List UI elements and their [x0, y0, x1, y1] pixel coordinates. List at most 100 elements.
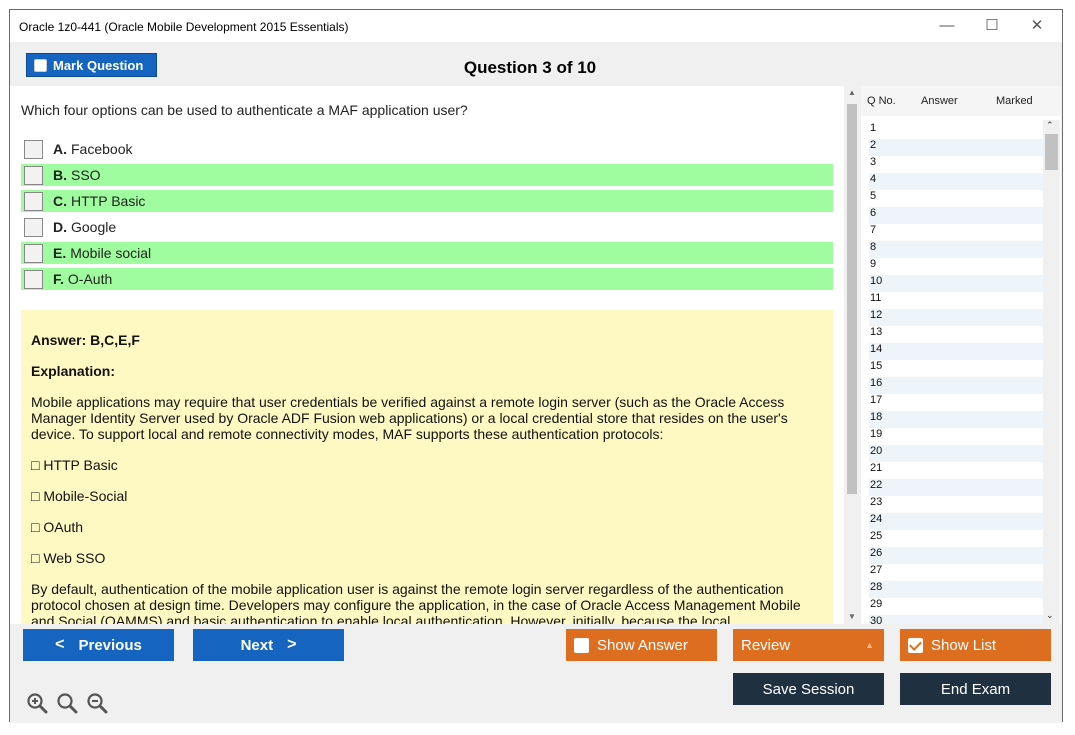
question-number: 14	[870, 343, 883, 355]
explanation-bullet: □ Web SSO	[31, 550, 106, 566]
option-letter: B.	[53, 167, 67, 183]
question-list-row[interactable]: 2	[869, 139, 1044, 156]
list-scroll-up-icon[interactable]: ⌃	[1046, 120, 1054, 131]
question-list-row[interactable]: 11	[869, 292, 1044, 309]
zoom-in-icon[interactable]	[26, 692, 48, 714]
checkbox-icon	[574, 637, 589, 653]
option-e[interactable]: E. Mobile social	[21, 242, 833, 264]
close-button[interactable]: ✕	[1022, 14, 1052, 38]
question-number: 24	[870, 513, 883, 525]
question-list-row[interactable]: 27	[869, 564, 1044, 581]
end-exam-button[interactable]: End Exam	[900, 673, 1051, 705]
question-list-row[interactable]: 15	[869, 360, 1044, 377]
question-list-scrollbar[interactable]: ⌃ ⌄	[1043, 120, 1060, 624]
question-text: Which four options can be used to authen…	[21, 102, 468, 118]
option-b[interactable]: B. SSO	[21, 164, 833, 186]
question-number: 2	[870, 139, 877, 151]
explanation-bullet: □ Mobile-Social	[31, 488, 128, 504]
option-a[interactable]: A. Facebook	[21, 138, 833, 160]
scroll-up-arrow-icon[interactable]: ▲	[844, 86, 860, 100]
save-session-button[interactable]: Save Session	[733, 673, 884, 705]
question-number: 1	[870, 122, 877, 134]
question-list-row[interactable]: 16	[869, 377, 1044, 394]
option-checkbox[interactable]	[24, 243, 43, 263]
option-d[interactable]: D. Google	[21, 216, 833, 238]
question-number: 15	[870, 360, 883, 372]
explanation-paragraph: Mobile applications may require that use…	[31, 394, 788, 442]
review-dropdown[interactable]: Review ▲	[733, 629, 884, 661]
question-number: 22	[870, 479, 883, 491]
option-letter: F.	[53, 271, 64, 287]
question-list-row[interactable]: 25	[869, 530, 1044, 547]
checked-checkbox-icon	[908, 637, 923, 653]
answer-line: Answer: B,C,E,F	[31, 332, 140, 348]
question-scrollbar[interactable]: ▲ ▼	[844, 86, 860, 624]
question-list-row[interactable]: 4	[869, 173, 1044, 190]
question-list-row[interactable]: 26	[869, 547, 1044, 564]
question-list-row[interactable]: 19	[869, 428, 1044, 445]
question-list-row[interactable]: 21	[869, 462, 1044, 479]
previous-label: Previous	[78, 636, 142, 654]
question-list-row[interactable]: 28	[869, 581, 1044, 598]
question-list-row[interactable]: 3	[869, 156, 1044, 173]
question-list-row[interactable]: 7	[869, 224, 1044, 241]
question-list-row[interactable]: 24	[869, 513, 1044, 530]
maximize-button[interactable]: ☐	[977, 14, 1007, 38]
question-list-row[interactable]: 29	[869, 598, 1044, 615]
next-button[interactable]: Next >	[193, 629, 344, 661]
option-checkbox[interactable]	[24, 217, 43, 237]
explanation-label: Explanation:	[31, 363, 116, 379]
question-list-row[interactable]: 22	[869, 479, 1044, 496]
option-checkbox[interactable]	[24, 139, 43, 159]
scroll-thumb[interactable]	[847, 104, 857, 494]
question-number: 23	[870, 496, 883, 508]
zoom-reset-icon[interactable]	[56, 692, 78, 714]
question-number: 21	[870, 462, 883, 474]
question-list-row[interactable]: 13	[869, 326, 1044, 343]
question-number: 9	[870, 258, 877, 270]
review-label: Review	[741, 636, 791, 654]
question-list-row[interactable]: 8	[869, 241, 1044, 258]
question-list-row[interactable]: 12	[869, 309, 1044, 326]
question-list-row[interactable]: 18	[869, 411, 1044, 428]
question-number: 26	[870, 547, 883, 559]
mark-question-button[interactable]: Mark Question	[26, 53, 157, 77]
option-checkbox[interactable]	[24, 269, 43, 289]
option-text: HTTP Basic	[71, 193, 146, 209]
question-counter: Question 3 of 10	[463, 58, 597, 77]
question-list-row[interactable]: 1	[869, 122, 1044, 139]
list-scroll-thumb[interactable]	[1045, 134, 1058, 170]
scroll-down-arrow-icon[interactable]: ▼	[844, 610, 860, 624]
previous-button[interactable]: < Previous	[23, 629, 174, 661]
zoom-out-icon[interactable]	[86, 692, 108, 714]
question-list-row[interactable]: 20	[869, 445, 1044, 462]
question-toolbar: Mark Question Question 3 of 10	[10, 42, 1062, 86]
question-number: 27	[870, 564, 883, 576]
question-list-row[interactable]: 10	[869, 275, 1044, 292]
show-list-button[interactable]: Show List	[900, 629, 1051, 661]
question-number: 5	[870, 190, 877, 202]
question-number: 13	[870, 326, 883, 338]
question-list-row[interactable]: 6	[869, 207, 1044, 224]
chevron-left-icon: <	[55, 636, 65, 653]
option-c[interactable]: C. HTTP Basic	[21, 190, 833, 212]
question-list-row[interactable]: 23	[869, 496, 1044, 513]
exam-window: Oracle 1z0-441 (Oracle Mobile Developmen…	[9, 9, 1063, 723]
question-list-row[interactable]: 14	[869, 343, 1044, 360]
question-list-row[interactable]: 5	[869, 190, 1044, 207]
option-f[interactable]: F. O-Auth	[21, 268, 833, 290]
option-checkbox[interactable]	[24, 191, 43, 211]
question-list-header: Q No. Answer Marked	[861, 86, 1061, 116]
option-checkbox[interactable]	[24, 165, 43, 185]
question-list-row[interactable]: 9	[869, 258, 1044, 275]
question-number: 6	[870, 207, 877, 219]
show-answer-button[interactable]: Show Answer	[566, 629, 717, 661]
next-label: Next	[240, 636, 274, 654]
minimize-button[interactable]: —	[932, 14, 962, 38]
question-number: 17	[870, 394, 883, 406]
question-list-row[interactable]: 17	[869, 394, 1044, 411]
list-scroll-down-icon[interactable]: ⌄	[1046, 610, 1054, 621]
option-letter: E.	[53, 245, 67, 261]
column-header-marked: Marked	[996, 95, 1033, 107]
show-list-label: Show List	[931, 636, 997, 654]
